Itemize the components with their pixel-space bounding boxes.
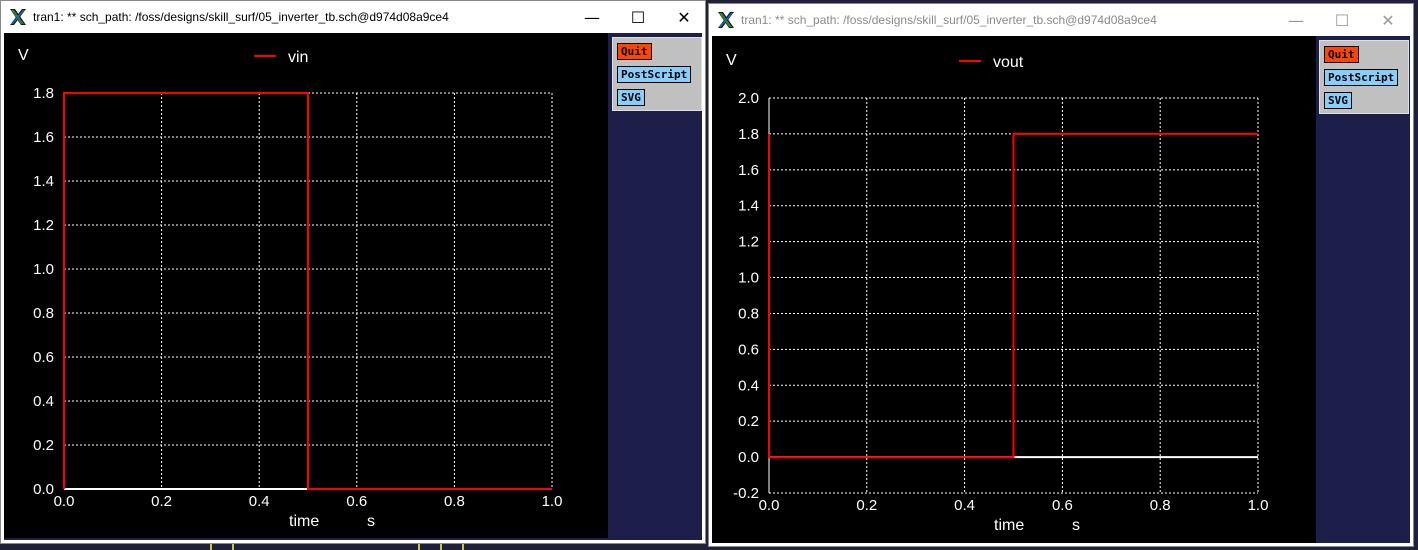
y-tick-label: 2.0 — [738, 90, 759, 107]
x-tick-label: 0.6 — [346, 493, 367, 510]
y-tick-label: 1.4 — [738, 198, 759, 215]
title-bar[interactable]: tran1: ** sch_path: /foss/designs/skill_… — [1, 1, 705, 33]
x-axis-unit: s — [367, 513, 375, 530]
x-tick-label: 0.0 — [54, 493, 75, 510]
x-axis-label: time — [289, 513, 319, 530]
close-button[interactable]: ✕ — [661, 1, 707, 33]
maximize-button[interactable]: ☐ — [1319, 4, 1365, 36]
x-tick-label: 0.6 — [1052, 497, 1073, 514]
waveform-plot[interactable]: -0.20.00.20.40.60.81.01.21.41.61.82.00.0… — [712, 36, 1316, 543]
button-panel: Quit PostScript SVG — [1319, 40, 1409, 114]
minimize-button[interactable]: — — [569, 1, 615, 33]
waveform-plot[interactable]: 0.0 0.2 0.4 0.6 0.8 1.0 1.2 1.4 1.6 1.8 0.0 0.2 0.4 0… — [4, 33, 608, 538]
x-tick-label: 0.0 — [759, 497, 780, 514]
y-tick-label: 0.4 — [33, 393, 54, 410]
svg-button[interactable]: SVG — [617, 89, 645, 106]
y-tick-label: 0.8 — [33, 305, 54, 322]
y-tick-label: 1.0 — [738, 270, 759, 287]
y-tick-label: -0.2 — [733, 485, 759, 502]
y-tick-label: 1.6 — [33, 129, 54, 146]
window-client: 0.0 0.2 0.4 0.6 0.8 1.0 1.2 1.4 1.6 1.8 0.0 0.2 0.4 0… — [4, 33, 702, 540]
y-tick-label: 1.8 — [33, 85, 54, 102]
maximize-button[interactable]: ☐ — [615, 1, 661, 33]
plot-area[interactable]: 0.0 0.2 0.4 0.6 0.8 1.0 1.2 1.4 1.6 1.8 0.0 0.2 0.4 0… — [4, 33, 608, 538]
close-button[interactable]: ✕ — [1365, 4, 1411, 36]
x11-app-icon — [718, 12, 734, 28]
window-client: -0.2 0.0 0.2 0.4 0.6 0.8 1.0 1.2 1.4 1.6 1.8 2.0 0.0… — [712, 36, 1410, 543]
x-tick-label: 0.2 — [856, 497, 877, 514]
y-tick-label: 1.2 — [33, 217, 54, 234]
y-tick-label: 1.4 — [33, 173, 54, 190]
waveform-window-vin[interactable]: tran1: ** sch_path: /foss/designs/skill_… — [0, 0, 706, 544]
postscript-button[interactable]: PostScript — [617, 66, 692, 83]
y-tick-label: 0.0 — [33, 481, 54, 498]
y-tick-label: 0.0 — [738, 449, 759, 466]
series-line-vin — [63, 92, 552, 490]
legend-entry: vout — [993, 54, 1024, 71]
y-tick-label: 1.8 — [738, 126, 759, 143]
quit-button[interactable]: Quit — [617, 43, 652, 60]
x-tick-label: 1.0 — [1248, 497, 1269, 514]
x-tick-label: 0.4 — [249, 493, 270, 510]
title-bar[interactable]: tran1: ** sch_path: /foss/designs/skill_… — [709, 4, 1413, 36]
quit-button[interactable]: Quit — [1324, 46, 1359, 63]
postscript-button[interactable]: PostScript — [1324, 69, 1399, 86]
y-axis-label: V — [726, 52, 737, 69]
window-title: tran1: ** sch_path: /foss/designs/skill_… — [741, 13, 1157, 27]
y-tick-label: 0.2 — [738, 413, 759, 430]
y-tick-label: 0.4 — [738, 377, 759, 394]
plot-area[interactable]: -0.2 0.0 0.2 0.4 0.6 0.8 1.0 1.2 1.4 1.6 1.8 2.0 0.0… — [712, 36, 1316, 543]
y-tick-label: 1.6 — [738, 162, 759, 179]
y-tick-label: 0.2 — [33, 437, 54, 454]
window-title: tran1: ** sch_path: /foss/designs/skill_… — [33, 10, 449, 24]
y-tick-label: 0.6 — [33, 349, 54, 366]
y-tick-label: 0.6 — [738, 341, 759, 358]
x-tick-label: 0.8 — [1150, 497, 1171, 514]
legend-entry: vin — [288, 49, 308, 66]
button-panel: Quit PostScript SVG — [612, 37, 702, 111]
y-axis-label: V — [18, 47, 29, 64]
x-tick-label: 0.4 — [954, 497, 975, 514]
y-tick-label: 0.8 — [738, 305, 759, 322]
x-axis-unit: s — [1072, 517, 1080, 534]
x-tick-label: 1.0 — [542, 493, 563, 510]
series-line-vout — [768, 132, 1258, 459]
minimize-button[interactable]: — — [1273, 4, 1319, 36]
svg-button[interactable]: SVG — [1324, 92, 1352, 109]
x11-app-icon — [10, 9, 26, 25]
y-tick-label: 1.2 — [738, 234, 759, 251]
x-tick-label: 0.2 — [151, 493, 172, 510]
waveform-window-vout[interactable]: tran1: ** sch_path: /foss/designs/skill_… — [708, 3, 1414, 547]
y-tick-label: 1.0 — [33, 261, 54, 278]
x-tick-label: 0.8 — [444, 493, 465, 510]
x-axis-label: time — [994, 517, 1024, 534]
